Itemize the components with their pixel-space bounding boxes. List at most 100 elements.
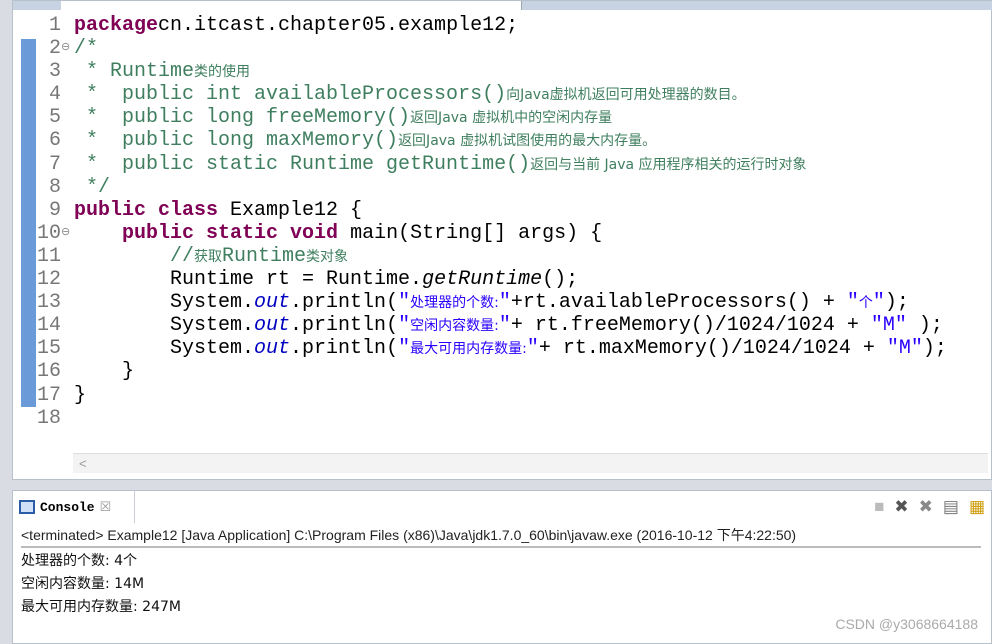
code-token: out bbox=[254, 337, 291, 361]
code-token: 空闲内容数量: bbox=[410, 318, 499, 335]
code-token: .println( bbox=[290, 314, 399, 338]
line-number: 12 bbox=[36, 268, 61, 292]
line-number: 3 bbox=[48, 60, 61, 84]
line-number: 8 bbox=[48, 175, 61, 199]
code-token: ); bbox=[922, 337, 947, 361]
code-editor[interactable]: 1 packagecn.itcast.chapter05.example12; 2 ⊖… bbox=[12, 0, 992, 480]
console-output-line: 最大可用内存数量: 247M bbox=[21, 599, 181, 615]
scroll-left-arrow[interactable]: < bbox=[79, 456, 87, 471]
code-token: Example12 { bbox=[218, 198, 363, 222]
code-text: System.out.println("空闲内容数量:"+ rt.freeMem… bbox=[74, 314, 943, 338]
code-token: System. bbox=[74, 291, 255, 315]
remove-launch-icon[interactable]: ✖ bbox=[894, 497, 908, 517]
code-text: Runtime rt = Runtime.getRuntime(); bbox=[74, 268, 578, 291]
code-token: " bbox=[498, 291, 511, 315]
line-number: 1 bbox=[48, 14, 61, 37]
code-token: public class bbox=[74, 198, 219, 222]
line-number: 4 bbox=[48, 83, 61, 107]
code-token: ); bbox=[884, 291, 909, 315]
code-token: " bbox=[526, 337, 539, 361]
code-token: cn.itcast.chapter05.example12; bbox=[158, 14, 519, 37]
code-token: ); bbox=[906, 314, 943, 338]
code-text: public class Example12 { bbox=[74, 199, 362, 222]
code-text: * public long maxMemory()返回Java 虚拟机试图使用的… bbox=[74, 129, 656, 153]
editor-tab[interactable] bbox=[61, 1, 522, 10]
code-token: " bbox=[398, 291, 411, 315]
code-text: } bbox=[74, 360, 134, 383]
code-token: 最大可用内存数量: bbox=[410, 341, 527, 358]
code-token: " bbox=[498, 314, 511, 338]
code-token: 返回Java 虚拟机中的空闲内存量 bbox=[410, 110, 613, 127]
code-token: } bbox=[74, 360, 135, 384]
code-token: 返回与当前 Java 应用程序相关的运行时对象 bbox=[530, 156, 807, 173]
close-icon[interactable]: ☒ bbox=[100, 500, 112, 515]
code-text: * Runtime类的使用 bbox=[74, 60, 250, 84]
code-text: /* bbox=[74, 37, 98, 60]
line-number: 10 bbox=[36, 221, 61, 245]
code-token: + rt.freeMemory()/1024/1024 + bbox=[510, 314, 871, 338]
line-number: 7 bbox=[48, 152, 61, 176]
code-token: Runtime bbox=[222, 244, 307, 268]
fold-toggle-icon[interactable]: ⊖ bbox=[61, 222, 70, 245]
code-token: // bbox=[74, 244, 195, 268]
code-token: getRuntime bbox=[422, 268, 543, 292]
code-token: " bbox=[398, 314, 411, 338]
code-token: 个 bbox=[858, 295, 873, 312]
remove-all-terminated-icon[interactable]: ✖ bbox=[919, 497, 933, 517]
console-process-header: <terminated> Example12 [Java Application… bbox=[21, 524, 981, 548]
code-token: System. bbox=[74, 337, 255, 361]
console-icon bbox=[19, 500, 35, 514]
code-token: package bbox=[74, 14, 159, 37]
code-text: public static void main(String[] args) { bbox=[74, 222, 602, 245]
code-token: "M" bbox=[870, 314, 907, 338]
line-number: 18 bbox=[36, 406, 61, 430]
console-tab[interactable]: Console ☒ bbox=[13, 491, 135, 523]
code-token: * public long maxMemory() bbox=[74, 129, 399, 153]
code-token: System. bbox=[74, 314, 255, 338]
line-number: 16 bbox=[36, 360, 61, 384]
line-number: 2 bbox=[48, 37, 61, 61]
console-output-line: 空闲内容数量: 14M bbox=[21, 576, 145, 592]
code-text: * public int availableProcessors()向Java虚… bbox=[74, 83, 746, 107]
code-text: * public static Runtime getRuntime()返回与当… bbox=[74, 153, 807, 177]
code-token: * Runtime bbox=[74, 60, 195, 84]
code-token: 返回Java 虚拟机试图使用的最大内存量。 bbox=[398, 133, 657, 150]
code-token: main(String[] args) { bbox=[338, 221, 603, 245]
code-token: +rt.availableProcessors() + bbox=[510, 291, 847, 315]
code-token: /* bbox=[74, 37, 99, 61]
code-token: 类的使用 bbox=[194, 64, 251, 81]
code-token: (); bbox=[542, 268, 579, 292]
code-token: * public int availableProcessors() bbox=[74, 83, 507, 107]
code-text: System.out.println("最大可用内存数量:"+ rt.maxMe… bbox=[74, 337, 947, 361]
console-output-line: 处理器的个数: 4个 bbox=[21, 553, 138, 569]
code-token: + rt.maxMemory()/1024/1024 + bbox=[538, 337, 887, 361]
line-number: 13 bbox=[36, 291, 61, 315]
code-token: .println( bbox=[290, 291, 399, 315]
line-number: 15 bbox=[36, 337, 61, 361]
line-number: 6 bbox=[48, 129, 61, 153]
console-tab-label: Console bbox=[40, 499, 95, 515]
code-token: "M" bbox=[886, 337, 923, 361]
code-text: System.out.println("处理器的个数:"+rt.availabl… bbox=[74, 291, 909, 315]
code-token: " bbox=[398, 337, 411, 361]
code-token: public static void bbox=[122, 221, 339, 245]
fold-toggle-icon[interactable]: ⊖ bbox=[61, 37, 70, 60]
terminate-icon[interactable]: ■ bbox=[874, 497, 884, 517]
watermark: CSDN @y3068664188 bbox=[835, 616, 978, 632]
line-number: 14 bbox=[36, 314, 61, 338]
line-number: 9 bbox=[48, 198, 61, 222]
console-toolbar: ■ ✖ ✖ ▤ ▦ bbox=[874, 497, 985, 517]
code-token: * public static Runtime getRuntime() bbox=[74, 152, 531, 176]
code-text: packagecn.itcast.chapter05.example12; bbox=[74, 14, 518, 37]
code-token: " bbox=[846, 291, 859, 315]
code-token: out bbox=[254, 291, 291, 315]
horizontal-scrollbar[interactable]: < bbox=[73, 453, 988, 473]
code-text: * public long freeMemory()返回Java 虚拟机中的空闲… bbox=[74, 106, 612, 130]
code-token: out bbox=[254, 314, 291, 338]
code-token: Runtime rt = Runtime. bbox=[74, 268, 423, 292]
clear-console-icon[interactable]: ▤ bbox=[943, 497, 959, 517]
scroll-lock-icon[interactable]: ▦ bbox=[969, 497, 985, 517]
code-text: //获取Runtime类对象 bbox=[74, 245, 348, 269]
code-text: */ bbox=[74, 176, 110, 199]
